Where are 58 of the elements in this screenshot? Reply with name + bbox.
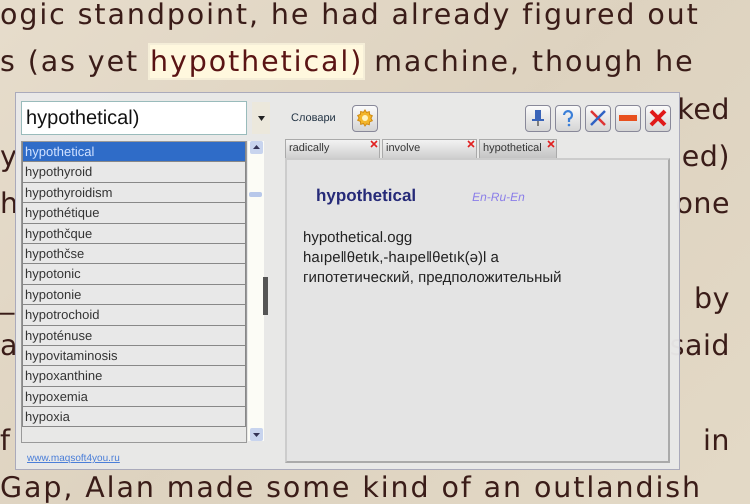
- suggestion-item[interactable]: hypotrochoid: [22, 305, 246, 326]
- close-tab-icon[interactable]: [370, 140, 378, 148]
- settings-button[interactable]: [352, 104, 378, 132]
- suggestion-item[interactable]: hypoxia: [22, 407, 246, 428]
- suggestion-item[interactable]: hypotonic: [22, 264, 246, 285]
- suggestion-item[interactable]: hypothčque: [22, 224, 246, 244]
- suggestion-item[interactable]: hypoténuse: [22, 326, 246, 346]
- suggestion-item[interactable]: hypothyroidism: [22, 182, 246, 204]
- suggestion-item[interactable]: hypoxanthine: [22, 366, 246, 387]
- scroll-up-icon[interactable]: [250, 141, 262, 154]
- close-tab-icon[interactable]: [467, 140, 475, 148]
- book-text: f: [0, 424, 12, 457]
- scroll-down-icon[interactable]: [250, 428, 262, 441]
- book-text: _: [0, 282, 16, 315]
- minimize-button[interactable]: [615, 104, 641, 132]
- book-text: ed): [682, 140, 730, 174]
- close-button[interactable]: [645, 104, 671, 132]
- book-text: one: [675, 187, 730, 220]
- gear-icon: [356, 109, 374, 127]
- suggestion-item[interactable]: hypothyroid: [22, 162, 246, 183]
- scroll-thumb[interactable]: [249, 192, 262, 197]
- suggestion-item[interactable]: hypothetical: [22, 142, 246, 162]
- pin-icon: [531, 109, 545, 127]
- book-text: y: [0, 140, 19, 174]
- book-text: said: [670, 329, 730, 362]
- suggestion-item[interactable]: hypotonie: [22, 284, 246, 306]
- dropdown-button[interactable]: [252, 102, 270, 134]
- pin-button[interactable]: [525, 104, 551, 132]
- headword: hypothetical: [316, 186, 416, 206]
- book-text: Gap, Alan made some kind of an outlandish: [0, 471, 702, 504]
- book-text: s (as yet hypothetical) machine, though he: [0, 45, 695, 78]
- tab[interactable]: radically: [285, 139, 380, 158]
- tab[interactable]: involve: [382, 139, 477, 158]
- suggestion-item[interactable]: hypovitaminosis: [22, 346, 246, 366]
- question-mark-icon: [561, 109, 575, 127]
- entry-line: haıpeǁθetık,-haıpeǁθetık(ə)l a: [303, 248, 500, 268]
- book-text: a: [0, 329, 20, 362]
- suggestion-item[interactable]: hypothčse: [22, 244, 246, 264]
- scrollbar[interactable]: [248, 141, 264, 441]
- book-text: by: [694, 282, 730, 315]
- tools-button[interactable]: [585, 104, 611, 132]
- book-text: ogic standpoint, he had already figured out: [0, 0, 700, 32]
- entry-line: hypothetical.ogg: [303, 228, 414, 248]
- entry-line: гипотетический, предположительный: [303, 268, 563, 288]
- dictionaries-label: Словари: [291, 112, 336, 124]
- search-field[interactable]: hypothetical): [21, 101, 247, 135]
- suggestion-item[interactable]: hypothétique: [22, 203, 246, 224]
- close-icon: [649, 109, 667, 127]
- close-tab-icon[interactable]: [546, 140, 555, 148]
- book-text: ked: [677, 92, 730, 126]
- splitter-handle[interactable]: [263, 277, 268, 315]
- suggestion-item[interactable]: hypoxemia: [22, 386, 246, 408]
- dictionary-direction: En-Ru-En: [472, 190, 525, 204]
- caret-icon: [258, 116, 264, 120]
- minus-icon: [619, 115, 637, 121]
- help-button[interactable]: [555, 104, 581, 132]
- tab[interactable]: hypothetical: [479, 139, 557, 158]
- book-text: in: [703, 424, 730, 457]
